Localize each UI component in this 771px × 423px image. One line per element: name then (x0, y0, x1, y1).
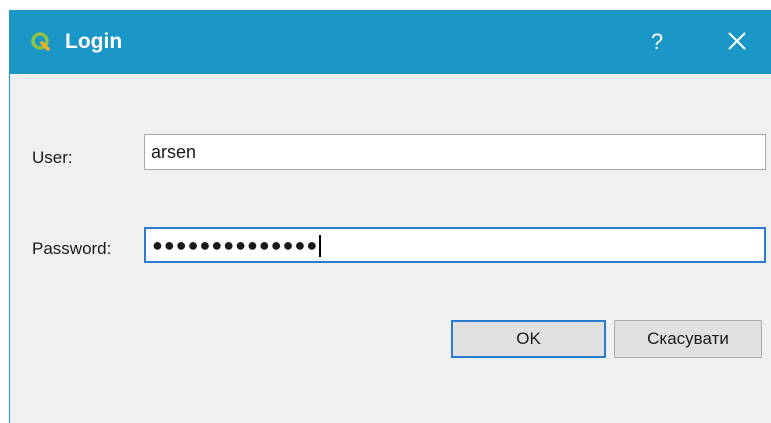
close-button[interactable] (709, 22, 765, 62)
password-mask: ●●●●●●●●●●●●●● (152, 235, 319, 255)
user-input[interactable]: arsen (144, 134, 766, 170)
login-dialog: Login ? User: arsen Password: ●●●●●●●●●●… (0, 0, 771, 423)
title-bar[interactable]: Login ? (9, 10, 771, 74)
text-caret (319, 235, 322, 258)
dialog-body: User: arsen Password: ●●●●●●●●●●●●●● OK … (9, 74, 771, 423)
qgis-logo-icon (31, 32, 51, 52)
user-label: User: (32, 148, 73, 167)
cancel-button[interactable]: Скасувати (614, 320, 762, 358)
password-label: Password: (32, 239, 112, 258)
help-button[interactable]: ? (629, 22, 685, 62)
close-icon (709, 32, 765, 66)
ok-button[interactable]: OK (451, 320, 606, 358)
window-title: Login (65, 30, 123, 53)
password-input[interactable]: ●●●●●●●●●●●●●● (144, 227, 766, 263)
